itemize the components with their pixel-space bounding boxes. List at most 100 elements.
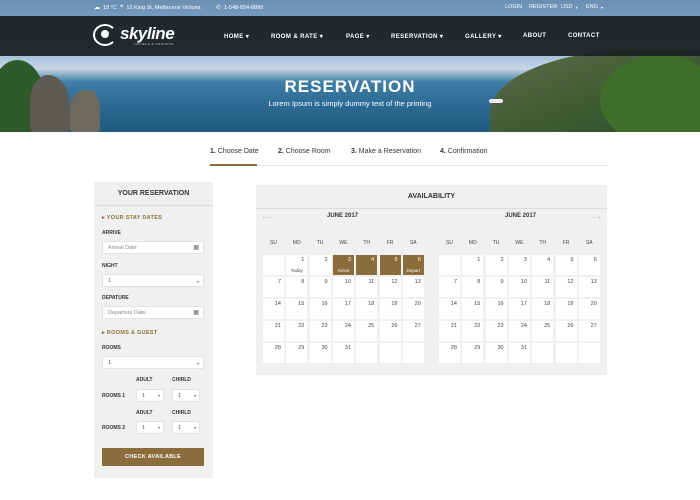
- day-cell[interactable]: 24: [508, 321, 530, 341]
- day-cell[interactable]: 27: [402, 321, 424, 341]
- day-cell[interactable]: 18: [532, 299, 554, 319]
- day-cell[interactable]: 16: [485, 299, 507, 319]
- day-cell[interactable]: 26: [555, 321, 577, 341]
- day-cell[interactable]: 9: [309, 277, 331, 297]
- day-cell[interactable]: 8: [462, 277, 484, 297]
- day-cell[interactable]: 10: [508, 277, 530, 297]
- chevron-down-icon: ▾: [600, 4, 603, 10]
- day-cell[interactable]: 25: [532, 321, 554, 341]
- language-select[interactable]: ENG ▾: [586, 4, 603, 10]
- menu-room-rate[interactable]: ROOM & RATE ▾: [271, 33, 323, 40]
- night-value: 1: [108, 278, 112, 284]
- day-cell[interactable]: 10: [332, 277, 354, 297]
- day-cell[interactable]: 22: [462, 321, 484, 341]
- currency-select[interactable]: USD ▾: [561, 4, 578, 10]
- chirld-label: CHIRLD: [172, 377, 191, 383]
- room1-child-select[interactable]: 1 ▾: [172, 389, 200, 402]
- day-cell[interactable]: 22: [286, 321, 308, 341]
- day-number: 26: [567, 323, 574, 329]
- month-title: JUNE 2017: [326, 213, 359, 219]
- menu-home[interactable]: HOME ▾: [224, 33, 249, 40]
- day-cell[interactable]: 29: [286, 343, 308, 363]
- day-cell[interactable]: 14: [263, 299, 284, 319]
- login-link[interactable]: LOGIN: [505, 4, 522, 10]
- day-cell[interactable]: 15: [286, 299, 308, 319]
- day-cell[interactable]: 7: [263, 277, 284, 297]
- day-cell[interactable]: 31: [508, 343, 530, 363]
- step-choose-room[interactable]: 2. Choose Room: [278, 148, 331, 155]
- day-cell[interactable]: 4: [532, 255, 554, 275]
- day-cell[interactable]: 14: [439, 299, 460, 319]
- room2-adult-select[interactable]: 1 ▾: [136, 421, 164, 434]
- day-cell[interactable]: 17: [508, 299, 530, 319]
- day-cell[interactable]: 20: [402, 299, 424, 319]
- day-cell[interactable]: 15: [462, 299, 484, 319]
- step-choose-date[interactable]: 1. Choose Date: [210, 148, 259, 155]
- day-cell[interactable]: 30: [485, 343, 507, 363]
- day-cell[interactable]: 25: [356, 321, 378, 341]
- reservation-steps: 1. Choose Date 2. Choose Room 3. Make a …: [0, 148, 700, 160]
- menu-reservation[interactable]: RESERVATION ▾: [391, 33, 443, 40]
- rooms-select[interactable]: 1 ▾: [102, 356, 204, 369]
- day-cell[interactable]: 28: [263, 343, 284, 363]
- day-cell[interactable]: 31: [332, 343, 354, 363]
- day-cell[interactable]: 2: [309, 255, 331, 275]
- day-note: Depart: [406, 268, 421, 273]
- room2-child-select[interactable]: 1 ▾: [172, 421, 200, 434]
- day-cell[interactable]: 9: [485, 277, 507, 297]
- menu-page[interactable]: PAGE ▾: [346, 33, 370, 40]
- day-cell[interactable]: 6 Depart: [402, 255, 424, 275]
- day-number: 5: [394, 257, 398, 263]
- day-cell[interactable]: 12: [555, 277, 577, 297]
- day-cell[interactable]: 26: [379, 321, 401, 341]
- day-cell[interactable]: 23: [309, 321, 331, 341]
- day-cell[interactable]: 16: [309, 299, 331, 319]
- menu-contact[interactable]: CONTACT: [568, 33, 600, 39]
- day-cell[interactable]: 23: [485, 321, 507, 341]
- day-cell[interactable]: 6: [578, 255, 600, 275]
- departure-date-field[interactable]: Departure Date ▦: [102, 306, 204, 319]
- menu-gallery[interactable]: GALLERY ▾: [465, 33, 502, 40]
- day-cell[interactable]: 2: [485, 255, 507, 275]
- logo[interactable]: skyline HOTELS & RESORTS: [93, 24, 175, 46]
- day-cell[interactable]: 1: [462, 255, 484, 275]
- day-cell[interactable]: 30: [309, 343, 331, 363]
- day-cell[interactable]: 5: [555, 255, 577, 275]
- day-cell[interactable]: 17: [332, 299, 354, 319]
- chevron-down-icon: ▾: [366, 34, 370, 40]
- day-cell[interactable]: 3 Arrive: [332, 255, 354, 275]
- room1-adult-select[interactable]: 1 ▾: [136, 389, 164, 402]
- day-note: Today: [290, 268, 303, 273]
- day-cell[interactable]: 8: [286, 277, 308, 297]
- day-cell[interactable]: 7: [439, 277, 460, 297]
- day-cell[interactable]: 11: [532, 277, 554, 297]
- day-cell[interactable]: 21: [439, 321, 460, 341]
- day-cell[interactable]: 3: [508, 255, 530, 275]
- chevron-down-icon: ▾: [439, 34, 444, 40]
- arrival-date-field[interactable]: Arrival Date ▦: [102, 241, 204, 254]
- day-cell[interactable]: 18: [356, 299, 378, 319]
- day-cell[interactable]: 19: [555, 299, 577, 319]
- day-cell[interactable]: 13: [578, 277, 600, 297]
- day-cell[interactable]: 11: [356, 277, 378, 297]
- day-cell[interactable]: 13: [402, 277, 424, 297]
- night-select[interactable]: 1 ▾: [102, 274, 204, 287]
- day-cell[interactable]: 29: [462, 343, 484, 363]
- day-cell[interactable]: 28: [439, 343, 460, 363]
- day-cell[interactable]: 20: [578, 299, 600, 319]
- register-link[interactable]: REGISTER: [529, 4, 557, 10]
- day-cell[interactable]: 27: [578, 321, 600, 341]
- check-available-button[interactable]: CHECK AVAILABLE: [102, 448, 204, 466]
- day-cell[interactable]: 19: [379, 299, 401, 319]
- menu-about[interactable]: ABOUT: [523, 33, 546, 39]
- empty-day-cell: [263, 255, 284, 275]
- day-cell[interactable]: 24: [332, 321, 354, 341]
- day-cell[interactable]: 1 Today: [286, 255, 308, 275]
- day-number: 30: [497, 345, 504, 351]
- day-cell[interactable]: 21: [263, 321, 284, 341]
- step-make-reservation[interactable]: 3. Make a Reservation: [351, 148, 421, 155]
- day-cell[interactable]: 4: [356, 255, 378, 275]
- day-cell[interactable]: 12: [379, 277, 401, 297]
- step-confirmation[interactable]: 4. Confirmation: [440, 148, 487, 155]
- day-cell[interactable]: 5: [379, 255, 401, 275]
